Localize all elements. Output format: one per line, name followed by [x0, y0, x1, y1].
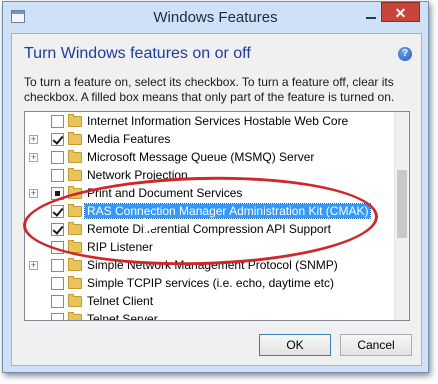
feature-label[interactable]: Remote Differential Compression API Supp…	[87, 222, 331, 236]
folder-icon	[68, 150, 82, 163]
feature-checkbox[interactable]	[51, 205, 64, 218]
feature-tree[interactable]: Telnet Server Telnet Client Simple TCPIP s…	[24, 111, 410, 321]
expand-icon[interactable]: +	[29, 135, 38, 144]
folder-icon	[68, 114, 82, 127]
folder-icon	[68, 294, 82, 307]
feature-checkbox[interactable]	[51, 133, 64, 146]
feature-row[interactable]: Network Projection	[25, 167, 405, 185]
feature-checkbox[interactable]	[51, 277, 64, 290]
feature-row[interactable]: + Media Features	[25, 131, 405, 149]
dialog-heading: Turn Windows features on or off	[24, 45, 251, 62]
feature-checkbox[interactable]	[51, 151, 64, 164]
feature-row[interactable]: RIP Listener	[25, 239, 405, 257]
folder-icon	[68, 312, 82, 320]
feature-label[interactable]: RIP Listener	[87, 240, 153, 254]
folder-icon	[68, 222, 82, 235]
dialog-description: To turn a feature on, select its checkbo…	[24, 75, 395, 104]
scrollbar-thumb[interactable]	[397, 170, 407, 238]
feature-label[interactable]: Simple TCPIP services (i.e. echo, daytim…	[87, 276, 334, 290]
feature-label[interactable]: Simple Network Management Protocol (SNMP…	[87, 258, 338, 272]
help-icon[interactable]: ?	[398, 47, 412, 61]
feature-checkbox[interactable]	[51, 259, 64, 272]
feature-checkbox[interactable]	[51, 241, 64, 254]
feature-checkbox[interactable]	[51, 313, 64, 320]
expand-icon[interactable]: +	[29, 261, 38, 270]
feature-checkbox[interactable]	[51, 169, 64, 182]
feature-label[interactable]: Telnet Client	[87, 294, 153, 308]
feature-row[interactable]: RAS Connection Manager Administration Ki…	[25, 203, 405, 221]
folder-icon	[68, 168, 82, 181]
feature-row[interactable]: Simple TCPIP services (i.e. echo, daytim…	[25, 275, 405, 293]
feature-row[interactable]: Telnet Client	[25, 293, 405, 311]
feature-label[interactable]: Microsoft Message Queue (MSMQ) Server	[87, 150, 314, 164]
dialog-content: Turn Windows features on or off ? To tur…	[11, 33, 422, 366]
feature-label[interactable]: Print and Document Services	[87, 186, 242, 200]
feature-label[interactable]: Media Features	[87, 132, 170, 146]
feature-checkbox[interactable]	[51, 187, 64, 200]
feature-row[interactable]: + Print and Document Services	[25, 185, 405, 203]
minimize-icon[interactable]	[364, 10, 378, 20]
expand-icon[interactable]: +	[29, 153, 38, 162]
folder-icon	[68, 132, 82, 145]
folder-icon	[68, 240, 82, 253]
expand-icon[interactable]: +	[29, 189, 38, 198]
feature-checkbox[interactable]	[51, 223, 64, 236]
cancel-button[interactable]: Cancel	[340, 334, 412, 356]
feature-row[interactable]: Remote Differential Compression API Supp…	[25, 221, 405, 239]
folder-icon	[68, 276, 82, 289]
feature-row[interactable]: + Simple Network Management Protocol (SNM…	[25, 257, 405, 275]
feature-checkbox[interactable]	[51, 295, 64, 308]
windows-features-dialog: Windows Features ✕ Turn Windows features…	[2, 1, 429, 373]
feature-label[interactable]: Network Projection	[87, 168, 188, 182]
scrollbar[interactable]	[394, 112, 409, 320]
ok-button[interactable]: OK	[259, 334, 331, 356]
feature-row[interactable]: Telnet Server	[25, 311, 405, 320]
feature-label[interactable]: RAS Connection Manager Administration Ki…	[83, 203, 372, 219]
feature-row[interactable]: + Microsoft Message Queue (MSMQ) Server	[25, 149, 405, 167]
close-button[interactable]: ✕	[381, 2, 420, 22]
title-bar[interactable]: Windows Features ✕	[3, 2, 428, 32]
folder-icon	[68, 258, 82, 271]
feature-row[interactable]: Internet Information Services Hostable W…	[25, 113, 405, 131]
feature-label[interactable]: Internet Information Services Hostable W…	[87, 114, 348, 128]
feature-checkbox[interactable]	[51, 115, 64, 128]
folder-icon	[68, 186, 82, 199]
feature-label[interactable]: Telnet Server	[87, 312, 158, 320]
folder-icon	[68, 204, 82, 217]
